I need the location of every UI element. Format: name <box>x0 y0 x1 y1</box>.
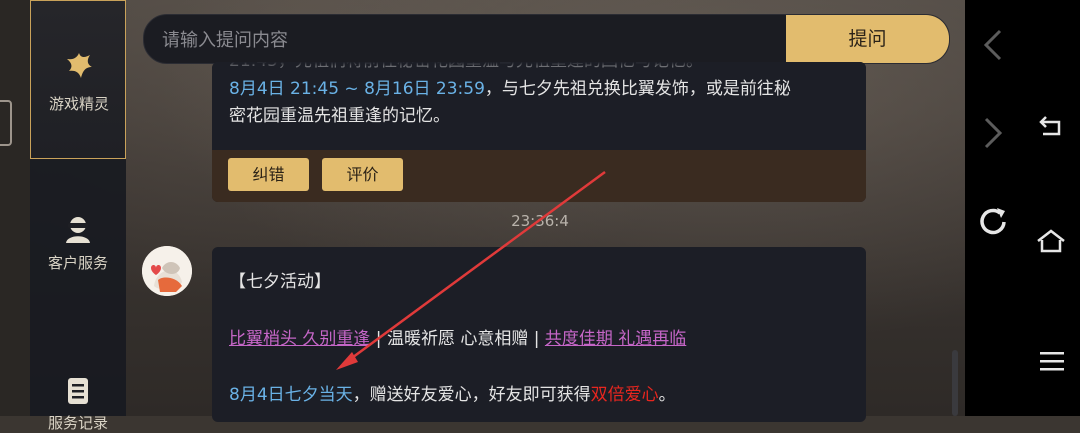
menu-icon[interactable] <box>1040 350 1064 372</box>
return-icon[interactable] <box>1037 112 1065 140</box>
nav-column-left <box>965 0 1020 416</box>
nav-column-right <box>1020 0 1080 416</box>
back-chevron-icon[interactable] <box>980 28 1006 62</box>
forward-chevron-icon[interactable] <box>980 116 1006 150</box>
home-icon[interactable] <box>1036 228 1066 254</box>
refresh-icon[interactable] <box>976 205 1010 239</box>
annotation-arrow <box>336 170 606 370</box>
